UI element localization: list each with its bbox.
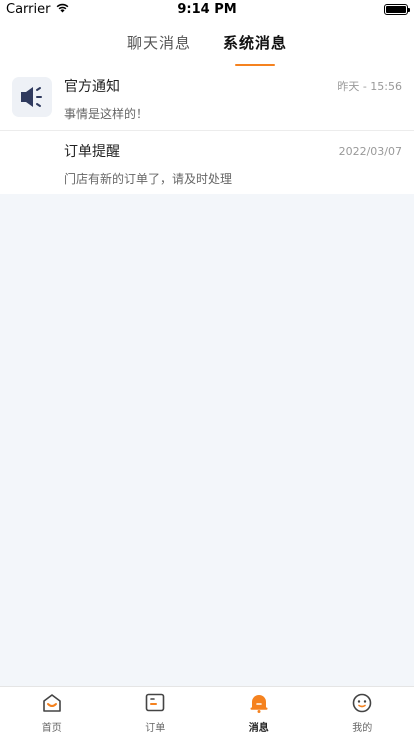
nav-messages[interactable]: 消息 — [207, 687, 311, 736]
message-time: 昨天 - 15:56 — [337, 80, 402, 93]
message-title: 订单提醒 — [64, 144, 120, 160]
message-preview: 事情是这样的！ — [64, 107, 149, 121]
header: Carrier 9:14 PM 聊天消息 系统消息 — [0, 0, 414, 66]
message-title: 官方通知 — [64, 79, 120, 95]
bottom-nav: 首页 订单 消息 我的 — [0, 686, 414, 736]
speaker-icon — [12, 77, 52, 117]
avatar-box — [0, 66, 64, 130]
list-item-order-reminder[interactable]: 订单提醒 2022/03/07 门店有新的订单了，请及时处理 — [0, 130, 414, 194]
nav-label: 我的 — [352, 723, 373, 734]
nav-profile[interactable]: 我的 — [311, 687, 414, 736]
nav-home[interactable]: 首页 — [0, 687, 104, 736]
message-body: 订单提醒 2022/03/07 门店有新的订单了，请及时处理 — [64, 131, 414, 194]
battery-icon — [384, 4, 410, 15]
tab-label: 聊天消息 — [126, 34, 191, 52]
message-preview: 门店有新的订单了，请及时处理 — [64, 172, 233, 186]
nav-label: 首页 — [41, 723, 62, 734]
message-list: 官方通知 昨天 - 15:56 事情是这样的！ 订单提醒 2022/03/07 … — [0, 66, 414, 194]
home-icon — [41, 693, 63, 717]
status-time: 9:14 PM — [177, 2, 237, 17]
nav-label: 消息 — [248, 723, 269, 734]
order-icon — [144, 693, 166, 717]
avatar-box — [0, 131, 64, 194]
tab-system-messages[interactable]: 系统消息 — [223, 32, 287, 66]
list-item-official-notice[interactable]: 官方通知 昨天 - 15:56 事情是这样的！ — [0, 66, 414, 130]
message-time: 2022/03/07 — [338, 144, 402, 158]
message-row: 订单提醒 2022/03/07 — [64, 141, 402, 161]
nav-orders[interactable]: 订单 — [104, 687, 208, 736]
nav-label: 订单 — [145, 723, 166, 734]
tab-label: 系统消息 — [223, 34, 288, 52]
message-row: 官方通知 昨天 - 15:56 — [64, 76, 402, 96]
profile-icon — [351, 693, 373, 717]
bell-icon — [248, 693, 270, 717]
message-body: 官方通知 昨天 - 15:56 事情是这样的！ — [64, 66, 414, 130]
status-bar: Carrier 9:14 PM — [0, 0, 414, 20]
message-tabs: 聊天消息 系统消息 — [0, 20, 414, 66]
tab-chat-messages[interactable]: 聊天消息 — [127, 32, 191, 66]
